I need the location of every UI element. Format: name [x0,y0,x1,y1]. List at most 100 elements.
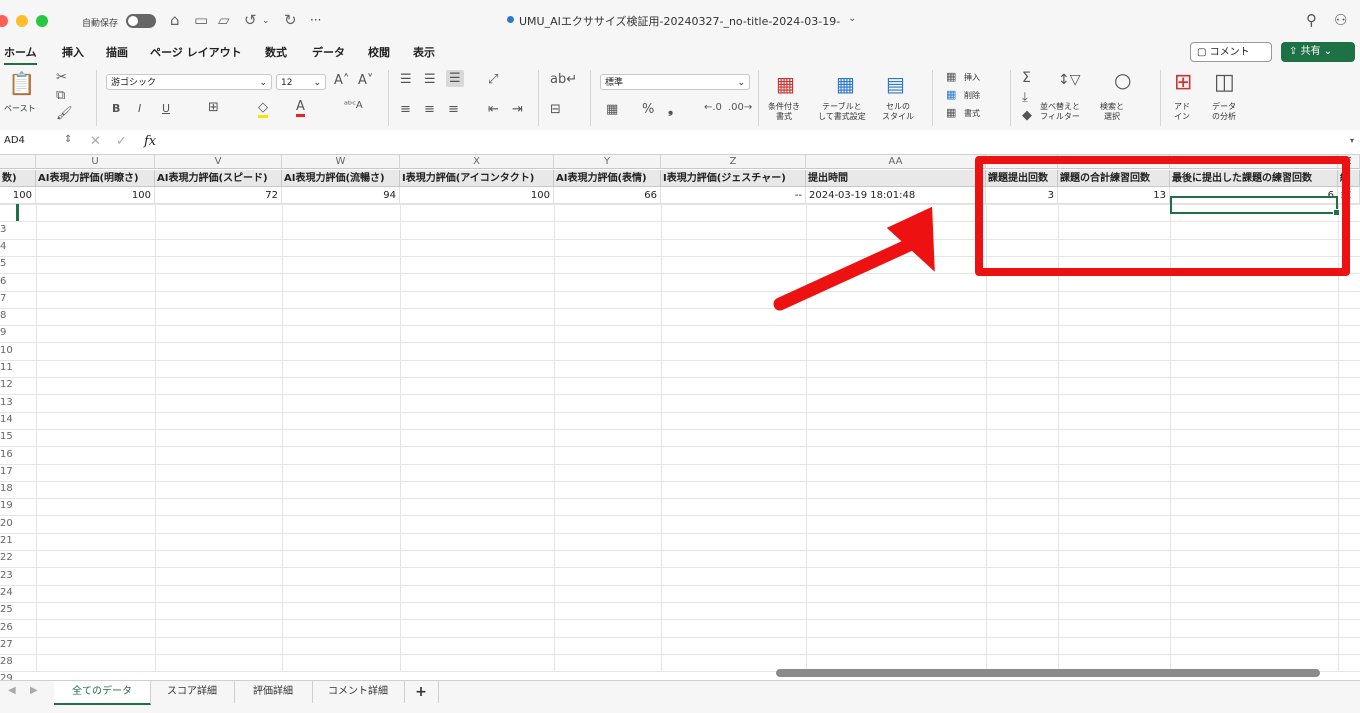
close-window-button[interactable] [0,15,8,27]
formula-input[interactable] [168,132,1348,150]
analyze-data-icon[interactable]: ◫ [1214,70,1235,95]
row-number[interactable]: 24 [0,587,13,598]
tab-insert[interactable]: 挿入 [62,44,84,60]
decrease-indent-icon[interactable]: ⇤ [488,102,499,117]
fill-color-icon[interactable]: ◇ [258,100,268,118]
header-cell-clarity[interactable]: AI表現力評価(明瞭さ) [36,170,155,187]
increase-decimal-icon[interactable]: ←.0 [704,102,722,113]
row-number[interactable]: 18 [0,483,13,494]
autosave-toggle[interactable] [126,14,156,28]
column-header[interactable] [0,155,36,169]
delete-cells-icon[interactable]: ▦ [946,88,956,101]
currency-icon[interactable]: ▦ [606,102,618,117]
undo-dropdown-icon[interactable]: ⌄ [262,16,270,26]
delete-cells-label[interactable]: 削除 [964,91,980,101]
align-center-icon[interactable]: ≡ [424,102,435,117]
align-top-icon[interactable]: ☰ [400,72,412,87]
search-icon[interactable]: ⚲ [1306,11,1317,29]
data-cell-expression[interactable]: 66 [554,187,661,204]
row-number[interactable]: 8 [0,310,10,321]
share-button[interactable]: ⇪ 共有 ⌄ [1281,42,1355,62]
row-number[interactable]: 19 [0,500,13,511]
format-cells-label[interactable]: 書式 [964,109,980,119]
cell-styles-icon[interactable]: ▤ [886,72,905,96]
row-number[interactable]: 13 [0,397,13,408]
row-number[interactable]: 26 [0,622,13,633]
data-cell-eye-contact[interactable]: 100 [400,187,554,204]
header-cell[interactable]: 数) [0,170,36,187]
percent-button[interactable]: % [642,102,654,117]
column-header-v[interactable]: V [155,155,282,169]
prev-sheet-icon[interactable]: ◀ [8,685,16,696]
save-as-icon[interactable]: ▱ [218,11,230,29]
underline-button[interactable]: U [162,102,170,115]
number-format-select[interactable]: 標準 ⌄ [600,74,750,90]
cancel-icon[interactable]: ✕ [90,134,101,149]
font-name-select[interactable]: 游ゴシック ⌄ [106,74,272,90]
row-number[interactable]: 27 [0,639,13,650]
home-icon[interactable]: ⌂ [170,11,180,29]
tab-review[interactable]: 校閲 [368,44,390,60]
horizontal-scrollbar[interactable] [776,669,1320,677]
row-number[interactable]: 12 [0,379,13,390]
tab-home[interactable]: ホーム [4,44,37,65]
format-painter-icon[interactable]: 🖌 [56,106,73,121]
undo-icon[interactable]: ↺ [244,11,257,29]
sheet-tab-evaluation-detail[interactable]: 評価詳細 [234,681,313,703]
header-cell-eye-contact[interactable]: I表現力評価(アイコンタクト) [400,170,554,187]
row-number[interactable]: 28 [0,656,13,667]
row-number[interactable]: 16 [0,449,13,460]
tab-draw[interactable]: 描画 [106,44,128,60]
decrease-decimal-icon[interactable]: .00→ [728,102,752,113]
formula-expand-icon[interactable]: ▾ [1350,136,1354,145]
row-number[interactable]: 14 [0,414,13,425]
tab-data[interactable]: データ [312,44,345,60]
cut-icon[interactable]: ✂ [56,70,67,85]
header-cell-fluency[interactable]: AI表現力評価(流暢さ) [282,170,400,187]
zoom-window-button[interactable] [36,15,48,27]
column-header-z[interactable]: Z [661,155,806,169]
data-cell[interactable]: 100 [0,187,36,204]
increase-font-icon[interactable]: A˄ [334,73,349,88]
row-number[interactable]: 25 [0,604,13,615]
clear-icon[interactable]: ◆ [1022,108,1032,123]
italic-button[interactable]: I [138,102,141,115]
sheet-tab-score-detail[interactable]: スコア詳細 [150,681,235,703]
title-chevron-down-icon[interactable]: ⌄ [848,13,856,24]
font-size-select[interactable]: 12 ⌄ [276,74,326,90]
autosum-icon[interactable]: Σ [1022,70,1031,86]
column-header-y[interactable]: Y [554,155,661,169]
align-left-icon[interactable]: ≡ [400,102,411,117]
decrease-font-icon[interactable]: A˅ [358,73,373,88]
sort-filter-icon[interactable]: ↕▽ [1058,72,1081,88]
person-icon[interactable]: ⚇ [1334,11,1347,29]
enter-icon[interactable]: ✓ [116,134,127,149]
row-number[interactable]: 9 [0,327,10,338]
sheet-tab-comment-detail[interactable]: コメント詳細 [312,681,405,703]
row-number[interactable]: 29 [0,673,13,680]
row-number[interactable]: 17 [0,466,13,477]
name-box-stepper-icon[interactable]: ⇕ [64,134,72,145]
increase-indent-icon[interactable]: ⇥ [512,102,523,117]
comma-button[interactable]: ❟ [668,102,673,117]
conditional-formatting-icon[interactable]: ▦ [776,72,795,96]
comment-button[interactable]: ▢ コメント [1190,42,1272,62]
align-right-icon[interactable]: ≡ [448,102,459,117]
header-cell-speed[interactable]: AI表現力評価(スピード) [155,170,282,187]
insert-cells-icon[interactable]: ▦ [946,70,956,83]
row-number[interactable]: 20 [0,518,13,529]
copy-icon[interactable]: ⧉ [56,88,65,103]
data-cell-fluency[interactable]: 94 [282,187,400,204]
row-number[interactable]: 21 [0,535,13,546]
format-cells-icon[interactable]: ▦ [946,106,956,119]
borders-icon[interactable]: ⊞ [208,100,219,115]
fill-icon[interactable]: ⤓ [1022,90,1028,105]
column-header-u[interactable]: U [36,155,155,169]
orientation-icon[interactable]: ⤢ [488,72,498,87]
find-select-icon[interactable]: ○ [1114,68,1131,92]
add-sheet-button[interactable]: + [404,681,439,703]
save-icon[interactable]: ▭ [194,11,208,29]
row-number[interactable]: 11 [0,362,13,373]
more-icon[interactable]: ··· [310,13,321,27]
insert-cells-label[interactable]: 挿入 [964,73,980,83]
